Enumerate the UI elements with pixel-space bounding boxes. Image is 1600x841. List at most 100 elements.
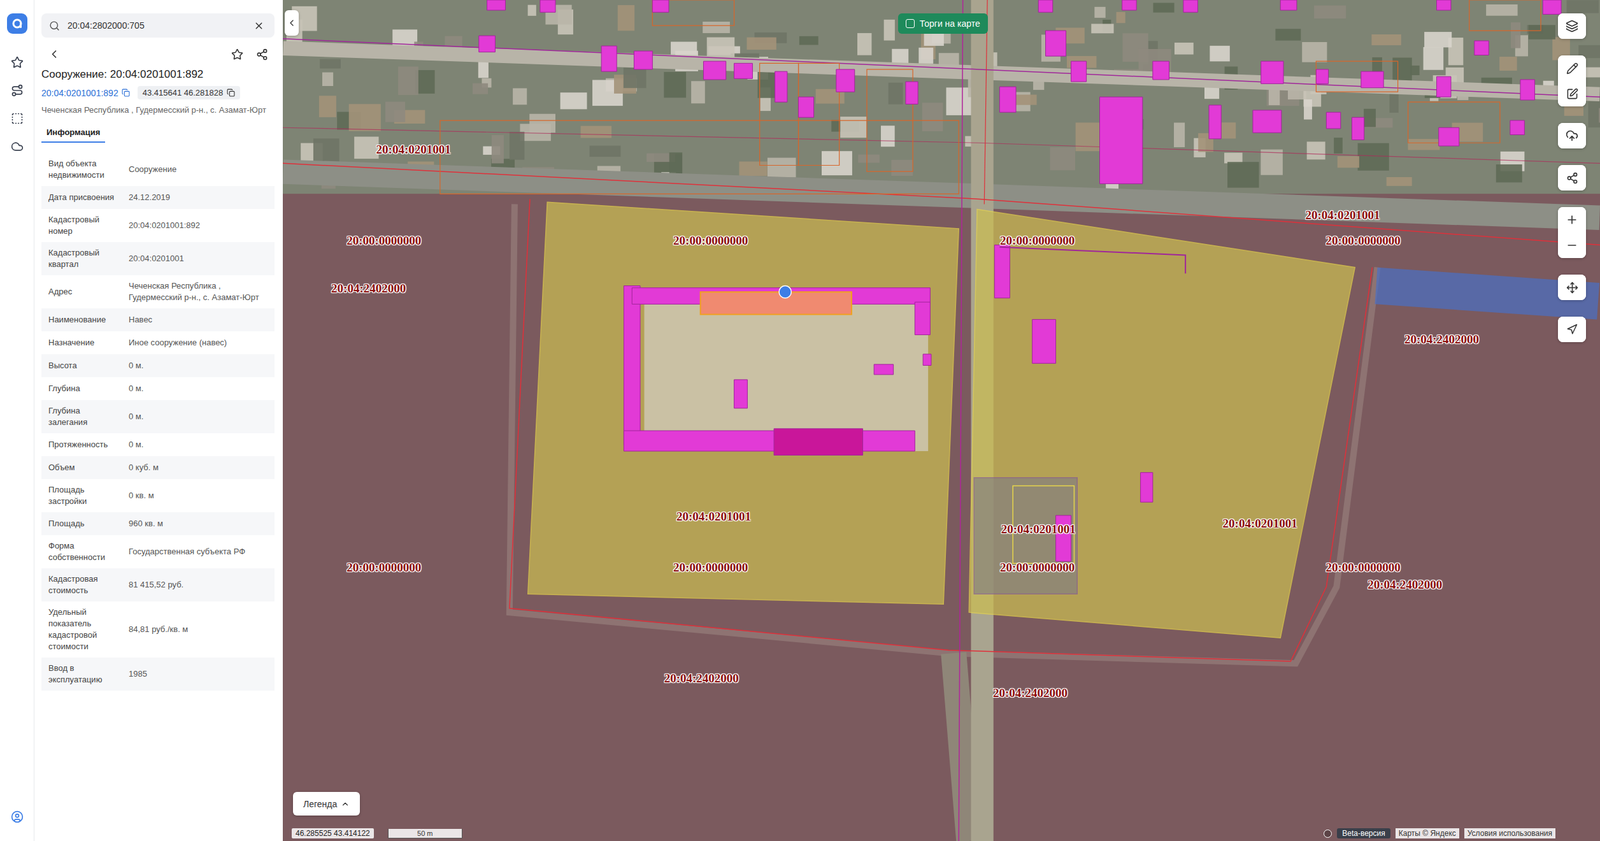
cadastral-label: 20:04:2402000 [664, 671, 739, 686]
search-input[interactable] [66, 19, 245, 32]
cadastral-label: 20:04:0201001 [376, 142, 451, 157]
map-canvas[interactable] [282, 0, 1600, 841]
info-label: Назначение [41, 331, 124, 354]
measure-button[interactable] [1557, 55, 1586, 81]
logo-icon[interactable] [7, 13, 28, 34]
info-row: НазначениеИное сооружение (навес) [41, 331, 275, 355]
info-row: Кадастровая стоимость81 415,52 руб. [41, 568, 275, 602]
tab-bar: Информация [41, 122, 275, 143]
info-value: 24.12.2019 [123, 186, 275, 209]
share-icon [256, 48, 269, 61]
info-label: Высота [41, 354, 124, 377]
cadastral-label: 20:04:0201001 [1305, 208, 1380, 223]
info-value: 960 кв. м [123, 512, 275, 535]
info-row: Глубина залегания0 м. [41, 400, 275, 434]
maps-copyright[interactable]: Карты © Яндекс [1395, 828, 1460, 839]
info-row: Форма собственностиГосударственная субъе… [41, 535, 275, 569]
cloud-button[interactable] [4, 133, 30, 160]
upload-button[interactable] [1557, 122, 1586, 149]
parcel[interactable] [528, 201, 960, 604]
cadastral-label: 20:04:2402000 [331, 281, 406, 296]
coords-chip[interactable]: 43.415641 46.281828 [137, 85, 241, 100]
building-group[interactable] [478, 0, 1562, 562]
cadastral-label: 20:00:0000000 [1000, 560, 1075, 575]
move-icon [1566, 281, 1579, 294]
cadastral-label: 20:04:0201001 [676, 509, 751, 524]
info-value: 0 куб. м [123, 456, 275, 479]
selected-structure[interactable] [700, 291, 852, 315]
info-label: Глубина залегания [41, 400, 124, 434]
info-value: 0 м. [123, 354, 275, 377]
tab[interactable]: Информация [41, 122, 106, 143]
draw-button[interactable] [1557, 80, 1586, 107]
dashed-square-icon [10, 112, 24, 125]
info-value: 0 м. [123, 433, 275, 456]
profile-button[interactable] [4, 803, 30, 830]
info-row: АдресЧеченская Республика , Гудермесский… [41, 275, 275, 309]
search-icon [49, 20, 60, 32]
info-label: Наименование [41, 308, 124, 331]
pencil-icon [1566, 62, 1579, 75]
share-button[interactable] [253, 45, 271, 64]
info-label: Вид объекта недвижимости [41, 152, 124, 186]
info-row: Площадь960 кв. м [41, 512, 275, 536]
map[interactable]: 20:04:0201001 20:00:0000000 20:04:2402000 2… [282, 0, 1600, 841]
info-value: 0 м. [123, 377, 275, 400]
auction-toggle[interactable]: Торги на карте [898, 13, 988, 34]
info-label: Кадастровый номер [41, 208, 124, 243]
cadastral-label: 20:00:0000000 [673, 560, 748, 575]
info-label: Дата присвоения [41, 186, 124, 209]
back-button[interactable] [45, 45, 64, 64]
scale-bar: 50 m [387, 828, 463, 839]
collapse-panel-button[interactable] [284, 10, 299, 36]
favorites-button[interactable] [4, 49, 30, 76]
info-row: НаименованиеНавес [41, 308, 275, 332]
chip-row: 20:04:0201001:892 43.415641 46.281828 [41, 85, 275, 100]
cadastral-label: 20:00:0000000 [1326, 560, 1401, 575]
icon-rail [0, 0, 35, 841]
info-row: Протяженность0 м. [41, 433, 275, 457]
selection-button[interactable] [4, 105, 30, 132]
cadastral-label: 20:00:0000000 [346, 233, 422, 248]
info-row: Вид объекта недвижимостиСооружение [41, 152, 275, 186]
location-pin-icon[interactable] [778, 285, 792, 299]
zoom-out-button[interactable] [1557, 232, 1586, 258]
zoom-in-button[interactable] [1557, 207, 1586, 233]
info-row: Высота0 м. [41, 354, 275, 378]
clear-button[interactable] [250, 17, 267, 34]
favorite-button[interactable] [228, 45, 246, 64]
map-footer: 46.285525 43.41412250 m [291, 828, 463, 839]
search-box [41, 13, 275, 38]
navigation-icon [1566, 323, 1578, 336]
chevron-left-icon [286, 17, 297, 29]
info-label: Объем [41, 456, 124, 479]
pan-button[interactable] [1557, 274, 1586, 300]
cadastral-label: 20:04:2402000 [1404, 332, 1479, 347]
edit-icon [1566, 87, 1579, 100]
locate-button[interactable] [1557, 316, 1586, 343]
layers-button[interactable] [1557, 13, 1586, 39]
layers-icon [1565, 19, 1579, 33]
routes-button[interactable] [4, 77, 30, 104]
checkbox[interactable] [905, 19, 915, 29]
star-icon [10, 56, 24, 69]
info-value: 20:04:0201001:892 [123, 214, 275, 237]
cadastral-label: 20:00:0000000 [346, 560, 422, 575]
info-row: Ввод в эксплуатацию1985 [41, 657, 275, 691]
cadastral-link[interactable]: 20:04:0201001:892 [41, 87, 130, 99]
minus-icon [1565, 238, 1579, 252]
beta-badge: Beta-версия [1336, 828, 1390, 839]
info-label: Ввод в эксплуатацию [41, 657, 124, 691]
info-value: 84,81 руб./кв. м [123, 618, 275, 641]
terms-link[interactable]: Условия использования [1464, 828, 1556, 839]
attribution: Beta-версия Карты © Яндекс Условия использ… [1323, 828, 1556, 839]
info-label: Кадастровый квартал [41, 242, 124, 276]
copy-icon[interactable] [121, 88, 130, 97]
share-map-button[interactable] [1557, 164, 1586, 191]
parcel[interactable] [968, 208, 1355, 638]
copy-icon[interactable] [226, 88, 236, 97]
info-icon[interactable] [1323, 829, 1332, 838]
legend-button[interactable]: Легенда [292, 791, 360, 816]
close-icon [253, 20, 265, 32]
cloud-icon [10, 140, 24, 153]
